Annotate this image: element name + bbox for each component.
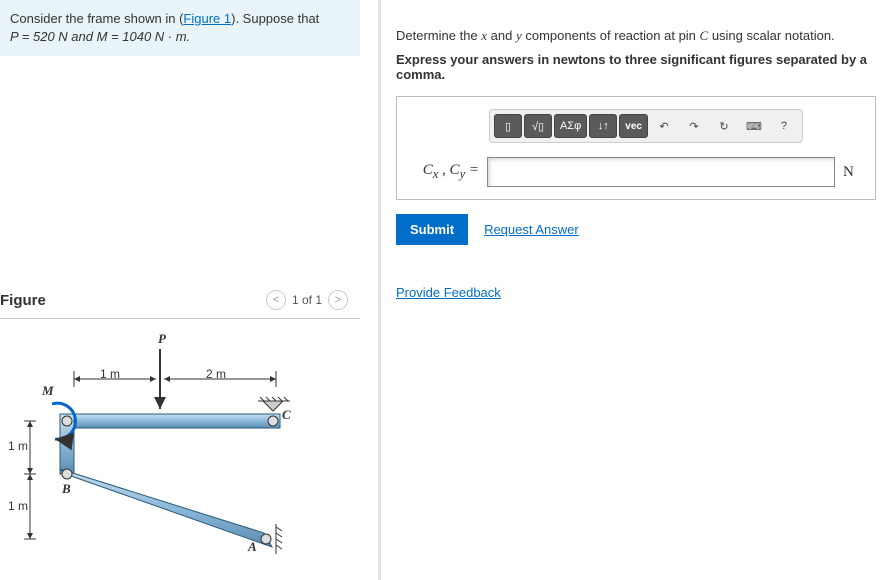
reset-button[interactable]: ↻ [710, 114, 738, 138]
keyboard-button[interactable]: ⌨ [740, 114, 768, 138]
dim-1m-left-upper: 1 m [8, 439, 28, 453]
problem-text-prefix: Consider the frame shown in ( [10, 11, 183, 26]
redo-button[interactable]: ↷ [680, 114, 708, 138]
fraction-button[interactable]: √▯ [524, 114, 552, 138]
prompt-pre: Determine the [396, 28, 481, 43]
label-a: A [248, 539, 257, 555]
prompt-c: C [700, 28, 709, 43]
label-p: P [158, 331, 166, 347]
equation-toolbar: ▯ √▯ ΑΣφ ↓↑ vec ↶ ↷ ↻ ⌨ ? [489, 109, 803, 143]
templates-button[interactable]: ▯ [494, 114, 522, 138]
prompt-end: using scalar notation. [708, 28, 834, 43]
question-prompt: Determine the x and y components of reac… [396, 28, 883, 44]
vector-button[interactable]: vec [619, 114, 648, 138]
figure-pager: < 1 of 1 > [266, 290, 348, 310]
variable-label: Cx , Cy = [409, 162, 479, 182]
panel-divider [378, 0, 381, 580]
dim-1m-top: 1 m [100, 367, 120, 381]
figure-link[interactable]: Figure 1 [183, 11, 231, 26]
greek-button[interactable]: ΑΣφ [554, 114, 587, 138]
undo-button[interactable]: ↶ [650, 114, 678, 138]
subscript-button[interactable]: ↓↑ [589, 114, 617, 138]
label-c: C [282, 407, 291, 423]
provide-feedback-link[interactable]: Provide Feedback [396, 285, 883, 300]
dim-1m-left-lower: 1 m [8, 499, 28, 513]
problem-text-suffix: ). Suppose that [231, 11, 319, 26]
problem-values: P = 520 N and M = 1040 N · m. [10, 29, 190, 44]
unit-label: N [843, 164, 863, 181]
prompt-post: components of reaction at pin [522, 28, 700, 43]
prompt-mid: and [487, 28, 516, 43]
figure-title: Figure [0, 292, 46, 309]
answer-format-hint: Express your answers in newtons to three… [396, 52, 883, 82]
answer-box: ▯ √▯ ΑΣφ ↓↑ vec ↶ ↷ ↻ ⌨ ? Cx , Cy = N [396, 96, 876, 200]
figure-panel: Figure < 1 of 1 > [0, 290, 360, 559]
pager-text: 1 of 1 [292, 293, 322, 307]
dim-2m: 2 m [206, 367, 226, 381]
request-answer-link[interactable]: Request Answer [484, 222, 579, 237]
help-button[interactable]: ? [770, 114, 798, 138]
pager-prev-button[interactable]: < [266, 290, 286, 310]
label-b: B [62, 481, 71, 497]
problem-statement: Consider the frame shown in (Figure 1). … [0, 0, 360, 56]
pager-next-button[interactable]: > [328, 290, 348, 310]
figure-diagram: P M C B A 1 m 2 m 1 m 1 m ▴ ▾ [0, 329, 340, 559]
submit-button[interactable]: Submit [396, 214, 468, 245]
label-m: M [42, 383, 54, 399]
answer-input[interactable] [487, 157, 835, 187]
